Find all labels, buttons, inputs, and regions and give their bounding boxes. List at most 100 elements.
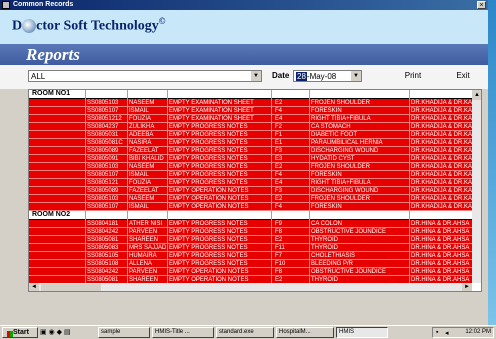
- folder-icon[interactable]: ▤: [64, 329, 71, 336]
- doctor: DR.HINA & DR.AHSA: [411, 229, 470, 235]
- table-row[interactable]: SS0805031 ADEEBA EMPTY PROGRESS NOTES F1 DIA…: [29, 131, 472, 139]
- media-icon[interactable]: ◆: [57, 329, 62, 336]
- ward-bed: F2: [275, 124, 283, 130]
- task-button[interactable]: sample: [98, 327, 150, 338]
- volume-icon[interactable]: ◂: [445, 329, 449, 337]
- table-row[interactable]: SS0805081 SHAREEN EMPTY OPERATION NOTES E2 T…: [29, 276, 472, 283]
- browser-icon[interactable]: ◉: [49, 329, 55, 336]
- network-icon[interactable]: ▪: [436, 329, 438, 336]
- desktop-icon[interactable]: ▣: [40, 329, 47, 336]
- note-type: EMPTY PROGRESS NOTES: [169, 180, 248, 186]
- table-row[interactable]: SS0804242 PARVEEN EMPTY OPERATION NOTES F8 O…: [29, 268, 472, 276]
- ward-bed: E2: [275, 100, 283, 106]
- print-button[interactable]: Print: [398, 70, 428, 82]
- patient-name: SHAREEN: [129, 277, 159, 283]
- table-row[interactable]: SS0804237 ZULIKHA EMPTY PROGRESS NOTES F2 CA…: [29, 123, 472, 131]
- diagnosis: HYDATID CYST: [311, 156, 355, 162]
- task-button-active[interactable]: HMIS: [336, 327, 388, 338]
- task-button[interactable]: HospitalM...: [276, 327, 334, 338]
- table-row[interactable]: SS0804181 ATHER NISI EMPTY PROGRESS NOTES F…: [29, 220, 472, 228]
- chevron-down-icon[interactable]: ▼: [351, 71, 361, 81]
- note-type: EMPTY PROGRESS NOTES: [169, 132, 248, 138]
- patient-name: ADEEBA: [129, 132, 154, 138]
- filter-select[interactable]: ALL ▼: [28, 70, 262, 82]
- date-picker[interactable]: 28-May-08 ▼: [293, 70, 362, 82]
- doctor: DR.KHADIJA & DR.KA: [411, 148, 472, 154]
- record-code: SS0805081C: [87, 140, 123, 146]
- diagnosis: PARAUMBILICAL HERNIA: [311, 140, 383, 146]
- patient-name: NASEEM: [129, 196, 155, 202]
- diagnosis: FORESKIN: [311, 172, 342, 178]
- table-row[interactable]: SS0805091 BIBI KHALID EMPTY PROGRESS NOTES…: [29, 155, 472, 163]
- diagnosis: CA STOMACH: [311, 124, 351, 130]
- close-button[interactable]: ×: [477, 1, 486, 9]
- ward-bed: F4: [275, 172, 283, 178]
- taskbar: Start ▣ ◉ ◆ ▤ sample HMIS-Title ... stan…: [0, 325, 496, 339]
- note-type: EMPTY OPERATION NOTES: [169, 204, 249, 210]
- table-row[interactable]: SS0805105 HUMAIRA EMPTY PROGRESS NOTES F7 CH…: [29, 252, 472, 260]
- note-type: EMPTY PROGRESS NOTES: [169, 148, 248, 154]
- record-code: SS0805108: [87, 261, 119, 267]
- table-row[interactable]: SS0804242 PARVEEN EMPTY PROGRESS NOTES F8 OB…: [29, 228, 472, 236]
- column-divider: [167, 90, 168, 283]
- windows-logo-icon: [7, 331, 13, 337]
- table-row[interactable]: SS0805107 ISMAIL EMPTY OPERATION NOTES F4 FO…: [29, 203, 472, 211]
- column-divider: [271, 90, 272, 283]
- note-type: EMPTY OPERATION NOTES: [169, 277, 249, 283]
- patient-name: BIBI KHALID: [129, 156, 164, 162]
- scroll-left-icon[interactable]: ◄: [29, 283, 39, 291]
- table-row[interactable]: SS0805107 ISMAIL EMPTY EXAMINATION SHEET F4…: [29, 107, 472, 115]
- ward-bed: E3: [275, 156, 283, 162]
- table-row[interactable]: SS0805089 FAZEELAT EMPTY PROGRESS NOTES F3 D…: [29, 147, 472, 155]
- table-row[interactable]: SS0805081 SHAREEN EMPTY PROGRESS NOTES E2 TH…: [29, 236, 472, 244]
- table-row[interactable]: SS08051212 FOUZIA EMPTY EXAMINATION SHEET E…: [29, 115, 472, 123]
- company-logo: Dctor Soft Technology©: [12, 16, 166, 35]
- table-row[interactable]: SS0805103 NASEEM EMPTY PROGRESS NOTES E2 FRO…: [29, 163, 472, 171]
- diagnosis: FORESKIN: [311, 204, 342, 210]
- scroll-up-icon[interactable]: ▲: [472, 90, 481, 100]
- record-code: SS0805107: [87, 172, 119, 178]
- table-row[interactable]: SS0805107 ISMAIL EMPTY PROGRESS NOTES F4 FOR…: [29, 171, 472, 179]
- doctor: DR.KHADIJA & DR.KA: [411, 140, 472, 146]
- patient-name: ISMAIL: [129, 172, 149, 178]
- record-code: SS0805089: [87, 188, 119, 194]
- table-row[interactable]: SS0805103 NASEEM EMPTY EXAMINATION SHEET E2…: [29, 99, 472, 107]
- start-button[interactable]: Start: [2, 327, 38, 338]
- date-month-year: -May-08: [306, 72, 337, 81]
- app-icon: [2, 1, 10, 9]
- horizontal-scrollbar[interactable]: ◄ ►: [29, 283, 472, 291]
- scroll-thumb[interactable]: [41, 284, 101, 291]
- diagnosis: RIGHT TIBIA+FIBULA: [311, 116, 371, 122]
- patient-name: ZULIKHA: [129, 124, 155, 130]
- quick-launch: ▣ ◉ ◆ ▤: [40, 328, 80, 338]
- doctor: DR.KHADIJA & DR.KA: [411, 156, 472, 162]
- table-row[interactable]: SS0805081C NASIRA EMPTY PROGRESS NOTES E1 PA…: [29, 139, 472, 147]
- ward-bed: F9: [275, 221, 283, 227]
- scroll-right-icon[interactable]: ►: [462, 283, 472, 291]
- task-button[interactable]: standard.exe: [216, 327, 274, 338]
- patient-name: FAZEELAT: [129, 148, 159, 154]
- table-row[interactable]: SS0805103 NASEEM EMPTY OPERATION NOTES E2 FR…: [29, 195, 472, 203]
- task-button[interactable]: HMIS-Title ...: [152, 327, 214, 338]
- records-grid[interactable]: ROOM NO1 SS0805103 NASEEM EMPTY EXAMINATION…: [28, 89, 482, 292]
- grid-body: ROOM NO1 SS0805103 NASEEM EMPTY EXAMINATION…: [29, 90, 472, 283]
- table-row[interactable]: SS0805089 FAZEELAT EMPTY OPERATION NOTES F3…: [29, 187, 472, 195]
- ward-bed: E2: [275, 164, 283, 170]
- group-header: ROOM NO2: [29, 211, 472, 220]
- exit-button[interactable]: Exit: [448, 70, 478, 82]
- patient-name: ISMAIL: [129, 204, 149, 210]
- diagnosis: THYROID: [311, 245, 338, 251]
- table-row[interactable]: SS0805108 ALLENA EMPTY PROGRESS NOTES F10 BL…: [29, 260, 472, 268]
- ward-bed: E1: [275, 140, 283, 146]
- doctor: DR.KHADIJA & DR.KA: [411, 100, 472, 106]
- chevron-down-icon[interactable]: ▼: [251, 71, 261, 81]
- ward-bed: F10: [275, 261, 286, 267]
- diagnosis: FROJEN SHOULDER: [311, 164, 371, 170]
- vertical-scrollbar[interactable]: ▲: [472, 90, 481, 283]
- doctor: DR.HINA & DR.AHSA: [411, 237, 470, 243]
- record-code: SS0804242: [87, 229, 119, 235]
- record-code: SS0804181: [87, 221, 119, 227]
- table-row[interactable]: SS0805083 MRS SAJJAD EMPTY PROGRESS NOTES F…: [29, 244, 472, 252]
- record-code: SS0804242: [87, 269, 119, 275]
- table-row[interactable]: SS0805121 FOUZIA EMPTY PROGRESS NOTES E4 RIG…: [29, 179, 472, 187]
